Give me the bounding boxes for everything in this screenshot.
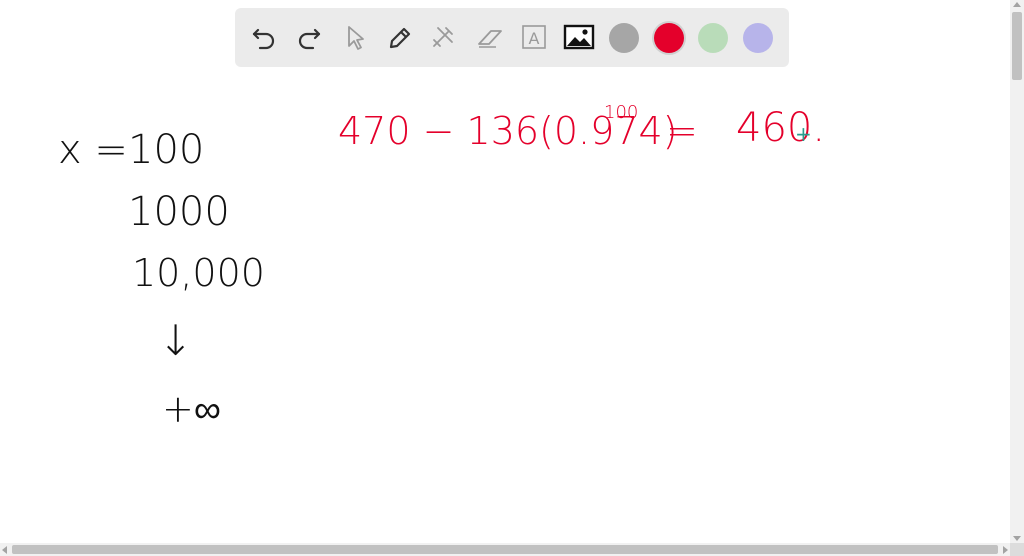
scroll-up-icon[interactable] [1013,2,1021,7]
vertical-scroll-thumb[interactable] [1012,12,1022,80]
equation-equals: = [666,109,698,153]
scroll-right-icon[interactable] [1003,546,1008,554]
vertical-scrollbar[interactable] [1010,0,1024,543]
x-label: x = [58,127,128,173]
scroll-down-icon[interactable] [1013,536,1021,541]
horizontal-scrollbar[interactable] [0,543,1010,556]
scroll-left-icon[interactable] [2,546,7,554]
x-value-1000: 1000 [128,189,230,235]
horizontal-scroll-thumb[interactable] [12,545,998,554]
scrollbar-corner [1010,543,1024,556]
down-arrow: ↓ [158,316,194,365]
limit-infinity: +∞ [162,387,221,431]
whiteboard-canvas[interactable]: x = 100 1000 10,000 ↓ +∞ 470 − 136(0.974… [0,0,1010,543]
crosshair-cursor: + [795,122,812,146]
x-value-10000: 10,000 [132,251,265,295]
equation-exponent: 100 [604,102,639,123]
x-value-100: 100 [128,127,205,173]
